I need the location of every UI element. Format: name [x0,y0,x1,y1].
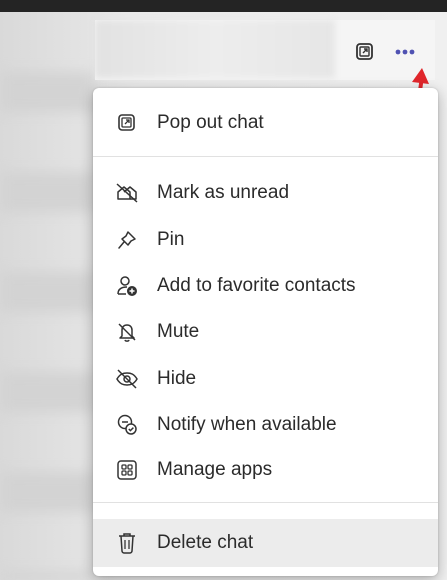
menu-item-manage-apps[interactable]: Manage apps [93,447,438,493]
notify-available-icon [113,411,141,439]
pin-icon [113,226,141,254]
menu-divider [93,156,438,157]
menu-item-label: Pop out chat [157,112,264,133]
menu-item-mark-as-unread[interactable]: Mark as unread [93,170,438,216]
add-contact-icon [113,272,141,300]
menu-item-label: Manage apps [157,459,273,480]
menu-item-notify-when-available[interactable]: Notify when available [93,402,438,448]
more-options-icon [395,49,415,55]
pop-out-icon[interactable] [354,41,376,63]
menu-item-hide[interactable]: Hide [93,356,438,402]
mute-bell-icon [113,318,141,346]
apps-icon [113,456,141,484]
menu-item-mute[interactable]: Mute [93,309,438,355]
blurred-chat-list [0,12,95,580]
chat-options-menu: Pop out chat Mark as unread Pin Add to f… [93,88,438,576]
menu-item-label: Mute [157,321,200,342]
menu-item-pin[interactable]: Pin [93,217,438,263]
menu-divider [93,502,438,503]
trash-icon [113,529,141,557]
menu-item-label: Add to favorite contacts [157,275,356,296]
chat-header [95,20,435,80]
mark-unread-icon [113,179,141,207]
menu-item-label: Mark as unread [157,182,290,203]
menu-item-label: Hide [157,368,197,389]
blurred-chat-title [95,20,335,78]
menu-item-add-to-favorite-contacts[interactable]: Add to favorite contacts [93,263,438,309]
menu-item-delete-chat[interactable]: Delete chat [93,519,438,567]
top-bar [0,0,447,12]
pop-out-icon [113,109,141,137]
hide-icon [113,365,141,393]
menu-item-label: Delete chat [157,532,254,553]
menu-item-pop-out-chat[interactable]: Pop out chat [93,100,438,146]
menu-item-label: Pin [157,229,185,250]
menu-item-label: Notify when available [157,414,337,435]
